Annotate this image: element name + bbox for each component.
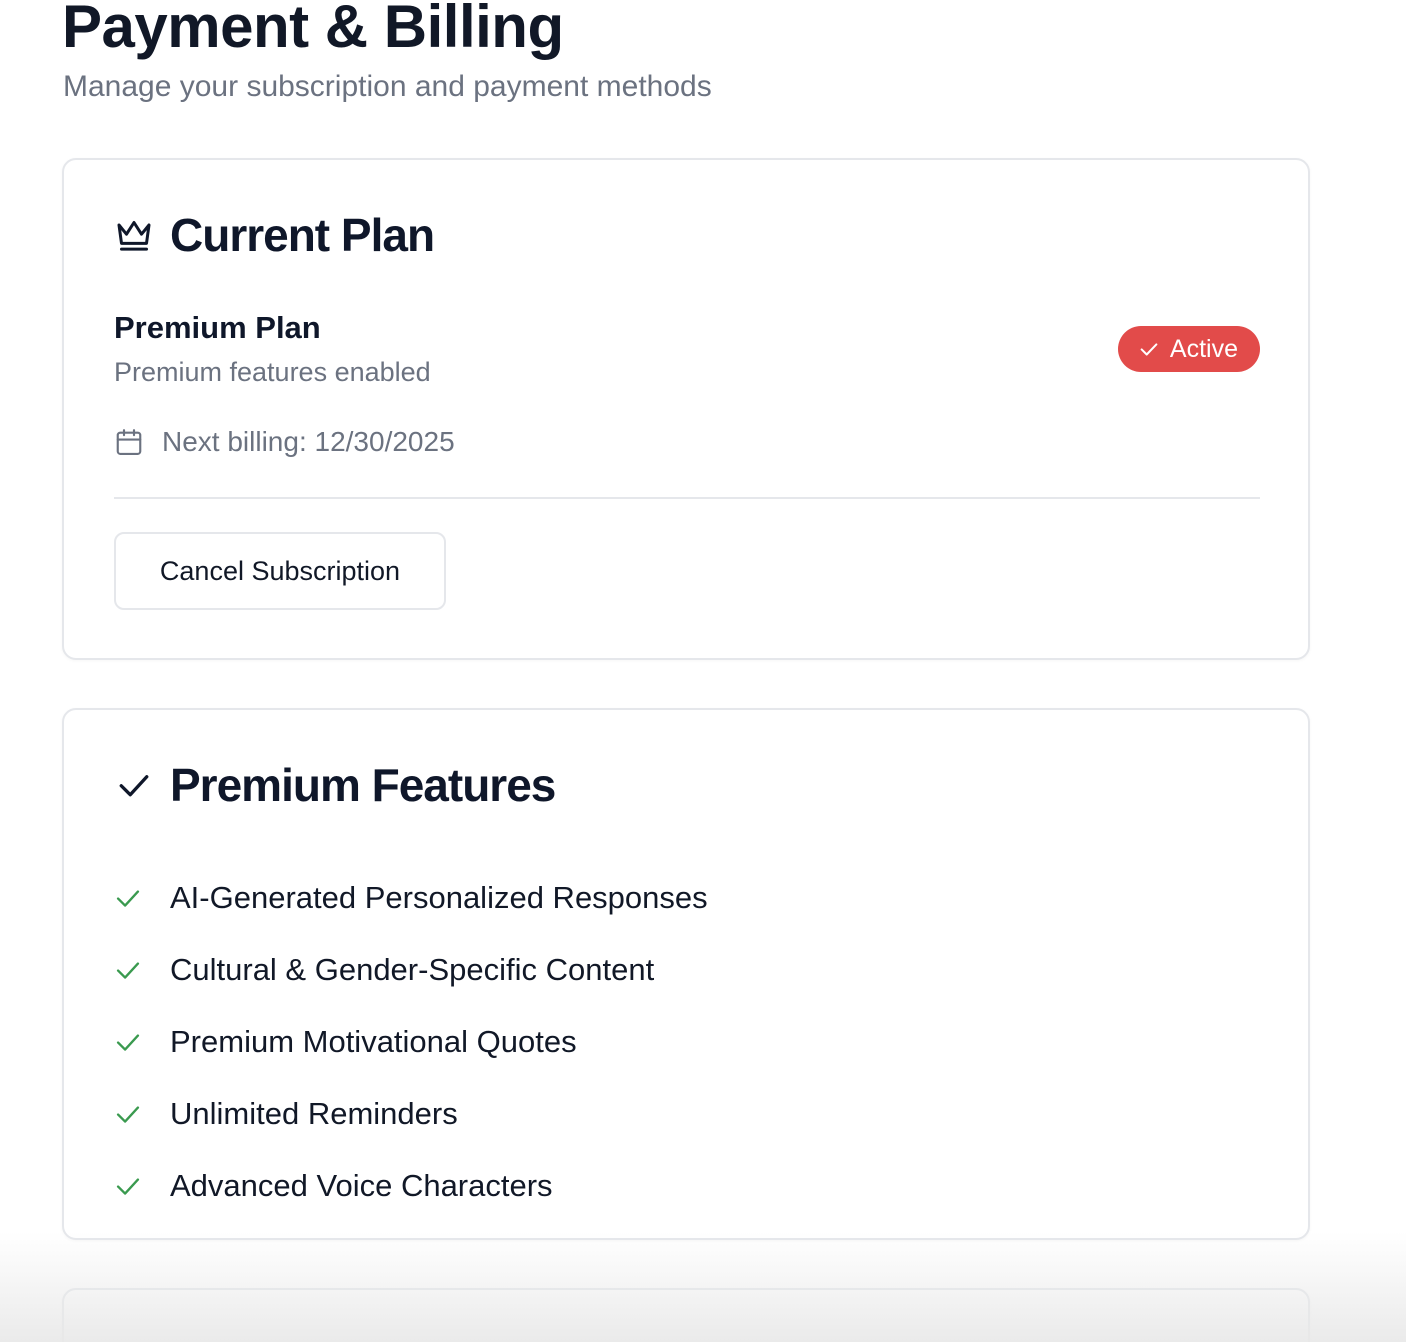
status-badge: Active	[1117, 326, 1260, 372]
current-plan-title: Current Plan	[170, 209, 435, 261]
current-plan-header: Current Plan	[114, 208, 435, 262]
check-icon	[114, 884, 146, 912]
check-icon	[114, 1172, 146, 1200]
payment-methods-card	[62, 1288, 1310, 1342]
next-billing-text: Next billing: 12/30/2025	[162, 426, 455, 457]
feature-label: Unlimited Reminders	[170, 1096, 458, 1131]
cancel-subscription-button[interactable]: Cancel Subscription	[114, 532, 446, 610]
current-plan-card: Current Plan Premium Plan Premium featur…	[62, 158, 1310, 660]
page-title: Payment & Billing	[62, 0, 564, 60]
feature-label: Advanced Voice Characters	[170, 1168, 553, 1203]
check-icon	[114, 1028, 146, 1056]
page-subtitle: Manage your subscription and payment met…	[63, 70, 712, 103]
payment-billing-page: Payment & Billing Manage your subscripti…	[0, 0, 1406, 1342]
plan-name: Premium Plan	[114, 310, 321, 345]
divider	[114, 497, 1260, 499]
list-item: AI-Generated Personalized Responses	[114, 862, 708, 934]
feature-label: AI-Generated Personalized Responses	[170, 880, 708, 915]
premium-features-card: Premium Features AI-Generated Personaliz…	[62, 708, 1310, 1240]
check-icon	[1138, 338, 1160, 360]
check-icon	[114, 765, 154, 805]
calendar-icon	[114, 426, 144, 458]
list-item: Premium Motivational Quotes	[114, 1006, 708, 1078]
crown-icon	[114, 215, 154, 255]
check-icon	[114, 956, 146, 984]
feature-list: AI-Generated Personalized Responses Cult…	[114, 862, 708, 1222]
list-item: Advanced Voice Characters	[114, 1150, 708, 1222]
list-item: Unlimited Reminders	[114, 1078, 708, 1150]
feature-label: Cultural & Gender-Specific Content	[170, 952, 655, 987]
feature-label: Premium Motivational Quotes	[170, 1024, 577, 1059]
premium-features-title: Premium Features	[170, 759, 556, 811]
plan-description: Premium features enabled	[114, 357, 431, 387]
list-item: Cultural & Gender-Specific Content	[114, 934, 708, 1006]
premium-features-header: Premium Features	[114, 758, 556, 812]
check-icon	[114, 1100, 146, 1128]
next-billing-row: Next billing: 12/30/2025	[114, 426, 455, 458]
status-badge-label: Active	[1169, 334, 1238, 363]
